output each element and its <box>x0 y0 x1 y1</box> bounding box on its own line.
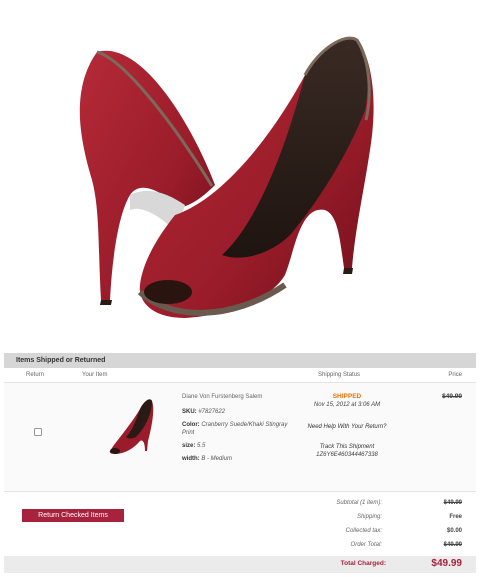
size-label: size: <box>182 443 196 449</box>
summary-shipping: Shipping: Free <box>264 514 462 524</box>
column-header-shipping-status: Shipping Status <box>318 372 361 378</box>
item-brand[interactable]: Diane Von Furstenberg Salem <box>182 393 292 401</box>
item-sku: SKU: #7827622 <box>182 408 292 416</box>
item-price: $49.99 <box>442 393 462 400</box>
tax-label: Collected tax: <box>345 528 382 534</box>
shipping-status: SHIPPED Nov 15, 2012 at 3:06 AM Need Hel… <box>302 393 392 459</box>
table-row: Diane Von Furstenberg Salem SKU: #782762… <box>4 382 476 492</box>
summary-order-total: Order Total: $49.99 <box>264 542 462 552</box>
subtotal-label: Subtotal (1 item): <box>336 500 382 506</box>
return-checked-items-button[interactable]: Return Checked Items <box>22 509 124 522</box>
return-checkbox[interactable] <box>34 428 42 436</box>
section-title: Items Shipped or Returned <box>4 353 476 368</box>
shoe-thumbnail-image <box>109 399 154 454</box>
tax-value: $0.00 <box>446 528 462 534</box>
item-width: width: B - Medium <box>182 455 292 463</box>
sku-label: SKU: <box>182 409 197 415</box>
order-total-value: $49.99 <box>443 542 462 548</box>
track-shipment-link[interactable]: Track This Shipment <box>302 443 392 451</box>
sku-value: #7827622 <box>198 409 226 415</box>
cranberry-suede-pumps-image <box>79 36 374 318</box>
total-charged-label: Total Charged: <box>340 560 386 567</box>
width-label: width: <box>182 456 200 462</box>
items-shipped-panel: Items Shipped or Returned Return Your It… <box>4 353 476 577</box>
shipping-value: Free <box>449 514 462 520</box>
summary-subtotal: Subtotal (1 item): $49.99 <box>264 500 462 510</box>
tracking-number[interactable]: 1Z6Y6E460344467338 <box>302 451 392 459</box>
shipping-label: Shipping: <box>356 514 382 520</box>
item-size: size: 5.5 <box>182 442 292 450</box>
color-label: Color: <box>182 422 200 428</box>
product-hero-image <box>0 0 480 345</box>
total-charged-band: Total Charged: $49.99 <box>4 556 476 573</box>
product-thumbnail[interactable] <box>102 391 158 461</box>
summary-tax: Collected tax: $0.00 <box>264 528 462 538</box>
column-header-return: Return <box>26 372 45 378</box>
status-badge: SHIPPED <box>332 393 362 400</box>
column-header-price: Price <box>448 372 462 378</box>
item-color: Color: Cranberry Suede/Khaki Stingray Pr… <box>182 421 292 437</box>
need-help-link[interactable]: Need Help With Your Return? <box>302 423 392 431</box>
subtotal-value: $49.99 <box>443 500 462 506</box>
column-header-row: Return Your Item Shipping Status Price <box>4 368 476 382</box>
width-value: B - Medium <box>201 456 233 462</box>
order-summary: Return Checked Items Subtotal (1 item): … <box>4 492 476 577</box>
order-total-label: Order Total: <box>350 542 382 548</box>
total-charged-value: $49.99 <box>431 558 462 569</box>
size-value: 5.5 <box>197 443 206 449</box>
status-date: Nov 15, 2012 at 3:06 AM <box>313 402 381 408</box>
item-details: Diane Von Furstenberg Salem SKU: #782762… <box>182 393 292 468</box>
column-header-your-item: Your Item <box>82 372 108 378</box>
